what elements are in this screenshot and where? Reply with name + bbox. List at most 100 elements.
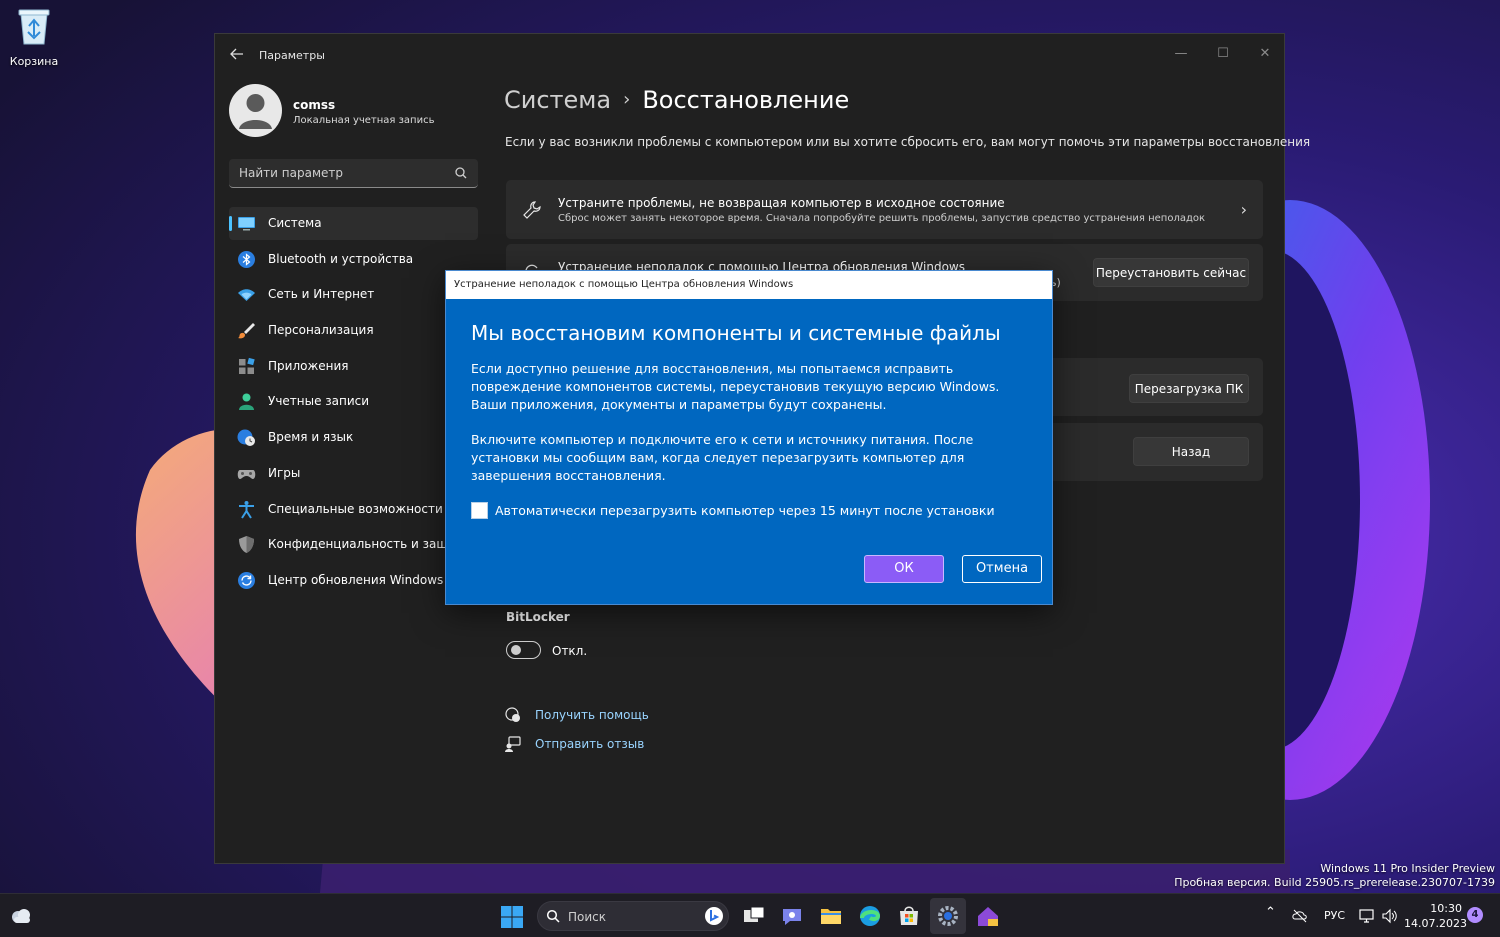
watermark-edition: Windows 11 Pro Insider Preview bbox=[1320, 862, 1495, 875]
update-icon bbox=[238, 571, 255, 589]
microsoft-store-icon[interactable] bbox=[897, 904, 921, 928]
profile-account-type: Локальная учетная запись bbox=[293, 115, 435, 126]
dialog-title: Устранение неполадок с помощью Центра об… bbox=[454, 279, 794, 290]
sidebar-item-personalization[interactable]: Персонализация bbox=[229, 314, 478, 347]
settings-search-input[interactable]: Найти параметр bbox=[229, 159, 478, 188]
search-icon bbox=[455, 167, 467, 179]
weather-cloud-icon[interactable] bbox=[10, 906, 32, 926]
app-title: Параметры bbox=[259, 49, 325, 62]
reinstall-now-button[interactable]: Переустановить сейчас bbox=[1093, 258, 1249, 287]
sidebar-item-time-language[interactable]: Время и язык bbox=[229, 421, 478, 454]
taskbar-search-placeholder: Поиск bbox=[568, 910, 607, 924]
help-chat-icon bbox=[505, 707, 520, 722]
watermark-build: Пробная версия. Build 25905.rs_prereleas… bbox=[1174, 876, 1495, 889]
page-description: Если у вас возникли проблемы с компьютер… bbox=[505, 135, 1311, 149]
sidebar-item-privacy[interactable]: Конфиденциальность и защита bbox=[229, 528, 478, 561]
sidebar-item-label: Конфиденциальность и защита bbox=[268, 537, 470, 552]
dialog-paragraph-1: Если доступно решение для восстановления… bbox=[471, 361, 1000, 412]
teams-chat-icon[interactable] bbox=[780, 904, 804, 928]
profile-name: comss bbox=[293, 98, 336, 112]
build-watermark: Windows 11 Pro Insider Preview Пробная в… bbox=[1174, 862, 1495, 890]
auto-restart-label[interactable]: Автоматически перезагрузить компьютер че… bbox=[495, 503, 995, 518]
sidebar-nav: Система Bluetooth и устройства Сеть и Ин… bbox=[229, 207, 478, 600]
sidebar-item-accounts[interactable]: Учетные записи bbox=[229, 385, 478, 418]
arrow-left-icon bbox=[230, 48, 243, 60]
settings-gear-icon[interactable] bbox=[936, 904, 960, 928]
file-explorer-icon[interactable] bbox=[819, 904, 843, 928]
breadcrumb-separator: › bbox=[623, 89, 631, 110]
volume-icon[interactable] bbox=[1381, 908, 1397, 924]
sidebar-item-apps[interactable]: Приложения bbox=[229, 350, 478, 383]
sidebar-item-gaming[interactable]: Игры bbox=[229, 457, 478, 490]
wrench-icon bbox=[523, 201, 541, 219]
wifi-icon bbox=[238, 289, 255, 302]
sidebar-item-network[interactable]: Сеть и Интернет bbox=[229, 278, 478, 311]
repair-dialog: Устранение неполадок с помощью Центра об… bbox=[445, 270, 1053, 605]
recycle-bin-icon bbox=[16, 6, 52, 46]
taskbar-search-box[interactable]: Поиск bbox=[537, 901, 729, 931]
gamepad-icon bbox=[237, 469, 256, 479]
taskbar: Поиск ⌃ РУС 10:30 14.07.2023 4 bbox=[0, 893, 1500, 937]
feedback-icon bbox=[505, 736, 521, 752]
recycle-bin-shortcut[interactable]: Корзина bbox=[8, 6, 60, 69]
sidebar-item-label: Игры bbox=[268, 465, 301, 480]
person-silhouette-icon bbox=[239, 94, 272, 129]
back-button[interactable] bbox=[227, 46, 247, 66]
avatar bbox=[229, 84, 282, 137]
accessibility-icon bbox=[239, 500, 254, 519]
edge-browser-icon[interactable] bbox=[858, 904, 882, 928]
ok-button[interactable]: ОК bbox=[864, 555, 944, 583]
fix-problems-title: Устраните проблемы, не возвращая компьют… bbox=[558, 196, 1005, 210]
sidebar-item-label: Специальные возможности bbox=[268, 501, 443, 516]
go-back-button[interactable]: Назад bbox=[1133, 437, 1249, 466]
cloud-offline-icon[interactable] bbox=[1292, 908, 1308, 924]
close-button[interactable]: ✕ bbox=[1245, 40, 1285, 68]
title-bar: Параметры — ☐ ✕ bbox=[215, 34, 1284, 78]
input-language[interactable]: РУС bbox=[1324, 909, 1345, 922]
windows-start-icon[interactable] bbox=[501, 906, 523, 928]
network-display-icon[interactable] bbox=[1359, 908, 1375, 924]
shield-icon bbox=[239, 536, 254, 554]
person-icon bbox=[239, 393, 254, 411]
search-placeholder: Найти параметр bbox=[239, 166, 343, 180]
clock-date: 14.07.2023 bbox=[1404, 917, 1467, 930]
system-clock[interactable]: 10:30 14.07.2023 bbox=[1404, 901, 1467, 931]
sidebar-item-label: Учетные записи bbox=[268, 394, 370, 409]
bitlocker-toggle[interactable] bbox=[506, 641, 541, 659]
sidebar-item-bluetooth[interactable]: Bluetooth и устройства bbox=[229, 243, 478, 276]
sidebar-item-windows-update[interactable]: Центр обновления Windows bbox=[229, 564, 478, 597]
sidebar-item-accessibility[interactable]: Специальные возможности bbox=[229, 493, 478, 526]
chevron-right-icon: › bbox=[1240, 200, 1247, 219]
recycle-bin-label: Корзина bbox=[9, 55, 59, 68]
breadcrumb: Система › Восстановление bbox=[504, 86, 849, 114]
tray-overflow-chevron-icon[interactable]: ⌃ bbox=[1265, 905, 1276, 920]
bitlocker-label: BitLocker bbox=[506, 610, 570, 624]
notification-badge[interactable]: 4 bbox=[1467, 907, 1483, 923]
fix-problems-card[interactable]: Устраните проблемы, не возвращая компьют… bbox=[506, 180, 1263, 239]
maximize-button[interactable]: ☐ bbox=[1203, 40, 1243, 68]
clock-time: 10:30 bbox=[1430, 902, 1462, 915]
reset-pc-button[interactable]: Перезагрузка ПК bbox=[1129, 374, 1249, 403]
search-icon bbox=[546, 909, 560, 923]
sidebar-item-label: Персонализация bbox=[268, 323, 374, 338]
dev-home-icon[interactable] bbox=[976, 904, 1000, 928]
minimize-button[interactable]: — bbox=[1161, 40, 1201, 68]
sidebar-item-system[interactable]: Система bbox=[229, 207, 478, 240]
send-feedback-text: Отправить отзыв bbox=[535, 737, 645, 751]
sidebar-item-label: Время и язык bbox=[268, 430, 354, 445]
bluetooth-icon bbox=[238, 250, 255, 268]
brush-icon bbox=[238, 323, 255, 339]
auto-restart-checkbox[interactable] bbox=[471, 502, 488, 519]
page-title: Восстановление bbox=[642, 86, 850, 114]
apps-icon bbox=[239, 357, 255, 374]
dialog-paragraph-2: Включите компьютер и подключите его к се… bbox=[471, 432, 974, 483]
dialog-title-bar: Устранение неполадок с помощью Центра об… bbox=[446, 271, 1052, 299]
cancel-button[interactable]: Отмена bbox=[962, 555, 1042, 583]
fix-problems-subtitle: Сброс может занять некоторое время. Снач… bbox=[558, 213, 1206, 224]
task-view-icon[interactable] bbox=[742, 904, 766, 928]
get-help-text: Получить помощь bbox=[535, 708, 649, 722]
bing-chat-icon[interactable] bbox=[704, 906, 724, 926]
globe-clock-icon bbox=[237, 429, 255, 447]
sidebar-item-label: Приложения bbox=[268, 358, 349, 373]
breadcrumb-parent[interactable]: Система bbox=[504, 86, 611, 114]
